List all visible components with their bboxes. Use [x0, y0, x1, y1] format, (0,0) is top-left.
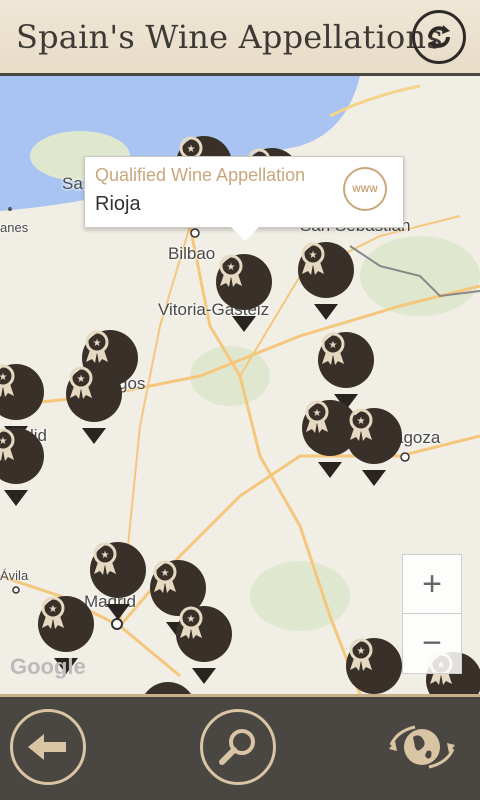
award-icon: ★: [318, 332, 374, 388]
globe-button[interactable]: [384, 709, 460, 785]
award-icon: ★: [176, 606, 232, 662]
www-icon-text: WWW: [352, 184, 378, 194]
globe-icon: [389, 725, 455, 769]
appellation-marker[interactable]: ★: [176, 606, 232, 686]
appellation-info-popup[interactable]: Qualified Wine Appellation Rioja WWW: [84, 156, 404, 241]
appellation-marker[interactable]: ★: [0, 428, 44, 508]
appellation-marker[interactable]: ★: [298, 242, 354, 322]
award-icon: ★: [90, 542, 146, 598]
svg-text:★: ★: [309, 250, 318, 261]
map-attribution: Google: [10, 654, 86, 679]
bottom-toolbar: [0, 694, 480, 800]
zoom-in-button[interactable]: +: [403, 555, 461, 613]
svg-text:★: ★: [227, 262, 236, 273]
award-icon: ★: [298, 242, 354, 298]
search-icon: [219, 729, 255, 765]
award-icon: ★: [216, 254, 272, 310]
svg-text:★: ★: [313, 408, 322, 419]
award-icon: ★: [346, 408, 402, 464]
place-label: Sa: [62, 174, 83, 193]
award-icon: ★: [38, 596, 94, 652]
appellation-marker[interactable]: [140, 682, 196, 694]
svg-text:★: ★: [357, 646, 366, 657]
appellation-marker[interactable]: ★: [90, 542, 146, 622]
back-arrow-icon: [28, 734, 66, 760]
svg-text:★: ★: [187, 614, 196, 625]
appellation-type: Qualified Wine Appellation: [95, 165, 306, 185]
refresh-button[interactable]: [412, 10, 466, 64]
svg-text:★: ★: [93, 338, 102, 349]
appellation-marker[interactable]: ★: [66, 366, 122, 446]
zoom-out-button[interactable]: −: [403, 614, 461, 672]
svg-text:★: ★: [0, 372, 8, 383]
www-globe-icon[interactable]: WWW: [343, 167, 387, 211]
place-label: Ávila: [0, 568, 29, 583]
refresh-icon: [428, 25, 450, 49]
award-icon: ★: [0, 364, 44, 420]
appellation-marker[interactable]: ★: [346, 638, 402, 694]
award-icon: ★: [0, 428, 44, 484]
award-icon: ★: [66, 366, 122, 422]
svg-text:★: ★: [0, 436, 8, 447]
appellation-marker[interactable]: ★: [216, 254, 272, 334]
svg-text:★: ★: [161, 568, 170, 579]
zoom-controls: + −: [402, 554, 462, 674]
svg-text:★: ★: [77, 374, 86, 385]
svg-text:★: ★: [329, 340, 338, 351]
place-label: anes: [0, 220, 29, 235]
svg-text:★: ★: [101, 550, 110, 561]
appellation-marker[interactable]: ★: [346, 408, 402, 488]
map-view[interactable]: Sa anes Bilbao San Sebastián Vitoria-Gas…: [0, 76, 480, 694]
place-label: Bilbao: [168, 244, 216, 263]
search-button[interactable]: [200, 709, 276, 785]
back-button[interactable]: [10, 709, 86, 785]
page-title: Spain's Wine Appellations: [16, 18, 443, 56]
svg-text:★: ★: [187, 144, 196, 155]
appellation-name: Rioja: [95, 193, 141, 215]
svg-text:★: ★: [49, 604, 58, 615]
award-icon: [140, 682, 196, 694]
award-icon: ★: [346, 638, 402, 694]
app-header: Spain's Wine Appellations: [0, 0, 480, 76]
svg-text:★: ★: [357, 416, 366, 427]
